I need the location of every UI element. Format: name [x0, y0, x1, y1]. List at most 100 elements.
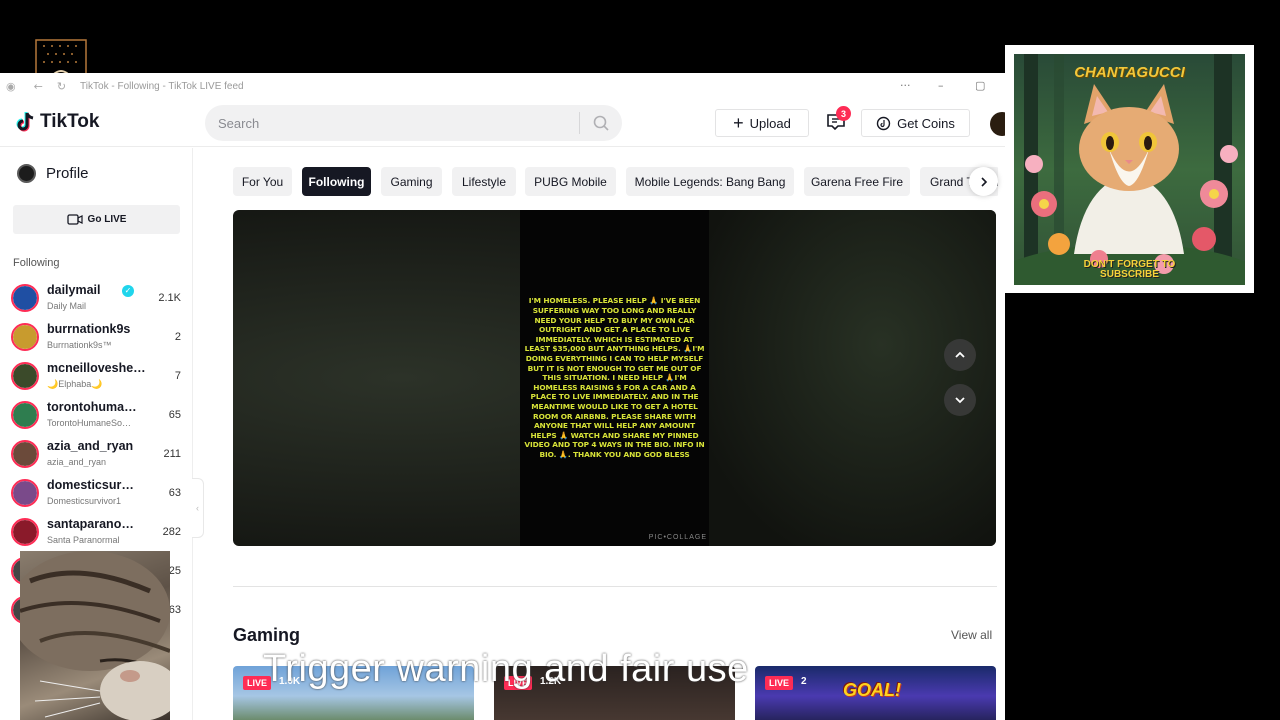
title-bar: ◉ ← ↻ TikTok - Following - TikTok LIVE f…	[0, 73, 1005, 100]
inbox-badge: 3	[836, 106, 851, 121]
go-live-label: Go LIVE	[87, 214, 127, 225]
upload-button[interactable]: + Upload	[715, 109, 809, 137]
account-avatar	[11, 401, 39, 429]
viewer-count: 282	[162, 526, 181, 538]
account-display-name: azia_and_ryan	[47, 457, 107, 467]
video-frame: I'm homeless. please help 🙏 I've been su…	[520, 210, 709, 546]
tab-garena-free-fire[interactable]: Garena Free Fire	[804, 167, 910, 196]
cat-artwork	[1014, 54, 1245, 285]
tab-mobile-legends-bang-bang[interactable]: Mobile Legends: Bang Bang	[626, 167, 794, 196]
avatar-image	[13, 481, 37, 505]
section-title: Gaming	[233, 625, 301, 645]
profile-avatar	[17, 164, 36, 183]
screen: ◉ ← ↻ TikTok - Following - TikTok LIVE f…	[0, 0, 1280, 720]
tab-gaming[interactable]: Gaming	[381, 167, 442, 196]
account-avatar	[11, 479, 39, 507]
following-account[interactable]: dailymail ✓ Daily Mail 2.1K	[11, 282, 186, 318]
player-background-right	[709, 210, 996, 546]
coin-icon	[876, 116, 891, 130]
subscribe-line-2: SUBSCRIBE	[1100, 269, 1159, 280]
tiktok-note-icon	[16, 112, 34, 132]
account-name: mcneilloveshe…	[47, 361, 146, 375]
video-overlay-text: I'm homeless. please help 🙏 I've been su…	[524, 296, 705, 459]
more-options-icon[interactable]: ···	[900, 79, 911, 92]
search-input[interactable]: Search	[218, 116, 579, 131]
sidebar-item-profile[interactable]: Profile	[17, 164, 89, 183]
viewer-count: 65	[168, 409, 181, 421]
plus-icon: +	[733, 113, 744, 133]
verified-badge-icon: ✓	[122, 285, 134, 297]
subscribe-card: CHANTAGUCCI DON'T FORGET TO SUBSCRIBE	[1005, 45, 1254, 293]
account-name: domesticsur…	[47, 478, 134, 492]
viewer-count: 2	[801, 676, 807, 687]
following-account[interactable]: azia_and_ryan azia_and_ryan 211	[11, 438, 186, 474]
get-coins-button[interactable]: Get Coins	[861, 109, 970, 137]
previous-stream-button[interactable]	[944, 339, 976, 371]
account-name: santaparano…	[47, 517, 134, 531]
viewer-count: 25	[168, 565, 181, 577]
account-name: dailymail	[47, 283, 101, 297]
upload-label: Upload	[749, 115, 791, 131]
search-icon	[593, 115, 609, 131]
viewer-count: 211	[163, 448, 181, 460]
site-header: TikTok Search + Upload 3 Get Coins	[0, 100, 1005, 147]
collapse-sidebar-handle[interactable]: ‹	[192, 478, 204, 538]
chevron-down-icon	[955, 397, 965, 404]
tab-lifestyle[interactable]: Lifestyle	[452, 167, 516, 196]
next-stream-button[interactable]	[944, 384, 976, 416]
subscribe-reminder: DON'T FORGET TO SUBSCRIBE	[1014, 260, 1245, 280]
account-display-name: Burrnationk9s™	[47, 340, 112, 350]
live-thumbnail[interactable]: LIVE 2 GOAL!	[755, 666, 996, 720]
viewer-count: 2.1K	[158, 292, 181, 304]
refresh-icon[interactable]: ↻	[57, 80, 66, 93]
chevron-up-icon	[955, 351, 965, 358]
tab-for-you[interactable]: For You	[233, 167, 292, 196]
account-display-name: Santa Paranormal	[47, 535, 120, 545]
get-coins-label: Get Coins	[897, 115, 955, 131]
following-account[interactable]: torontohuma… TorontoHumaneSo… 65	[11, 399, 186, 435]
go-live-button[interactable]: Go LIVE	[13, 205, 180, 234]
avatar-image	[13, 403, 37, 427]
viewer-count: 7	[174, 370, 181, 382]
following-heading: Following	[13, 257, 60, 269]
account-name: torontohuma…	[47, 400, 137, 414]
account-display-name: Daily Mail	[47, 301, 87, 311]
account-name: burrnationk9s	[47, 322, 131, 336]
avatar-image	[13, 442, 37, 466]
live-player[interactable]: I'm homeless. please help 🙏 I've been su…	[233, 210, 996, 546]
section-divider	[233, 586, 997, 587]
minimize-icon[interactable]: –	[938, 79, 944, 92]
account-avatar	[11, 362, 39, 390]
tiktok-logo[interactable]: TikTok	[16, 111, 99, 133]
following-account[interactable]: santaparano… Santa Paranormal 282	[11, 516, 186, 552]
following-account[interactable]: domesticsur… Domesticsurvivor1 63	[11, 477, 186, 513]
window-title: TikTok - Following - TikTok LIVE feed	[80, 81, 244, 92]
tab-pubg-mobile[interactable]: PUBG Mobile	[525, 167, 616, 196]
following-account[interactable]: mcneilloveshe… 🌙Elphaba🌙 7	[11, 360, 186, 396]
avatar-image	[13, 520, 37, 544]
search-bar[interactable]: Search	[205, 105, 622, 141]
account-display-name: 🌙Elphaba🌙	[47, 379, 103, 389]
search-button[interactable]	[580, 105, 622, 141]
cat-illustration: CHANTAGUCCI DON'T FORGET TO SUBSCRIBE	[1014, 54, 1245, 285]
avatar-image	[13, 286, 37, 310]
account-name: azia_and_ryan	[47, 439, 134, 453]
user-avatar[interactable]	[990, 112, 1005, 136]
logo-text: TikTok	[40, 111, 100, 132]
view-all-link[interactable]: View all	[951, 628, 992, 642]
live-badge: LIVE	[765, 676, 794, 690]
account-display-name: Domesticsurvivor1	[47, 496, 122, 506]
tab-following[interactable]: Following	[302, 167, 371, 196]
back-icon[interactable]: ←	[34, 80, 43, 93]
sleeping-cat-image	[20, 551, 170, 720]
account-display-name: TorontoHumaneSo…	[47, 418, 132, 428]
goal-banner: GOAL!	[843, 680, 901, 700]
tiktok-favicon-icon: ◉	[6, 80, 16, 93]
profile-label: Profile	[46, 165, 89, 182]
following-account[interactable]: burrnationk9s Burrnationk9s™ 2	[11, 321, 186, 357]
maximize-icon[interactable]: ▢	[975, 79, 985, 92]
tabs-next-button[interactable]	[969, 167, 998, 196]
avatar-image	[13, 325, 37, 349]
avatar-image	[13, 364, 37, 388]
viewer-count: 63	[168, 604, 181, 616]
